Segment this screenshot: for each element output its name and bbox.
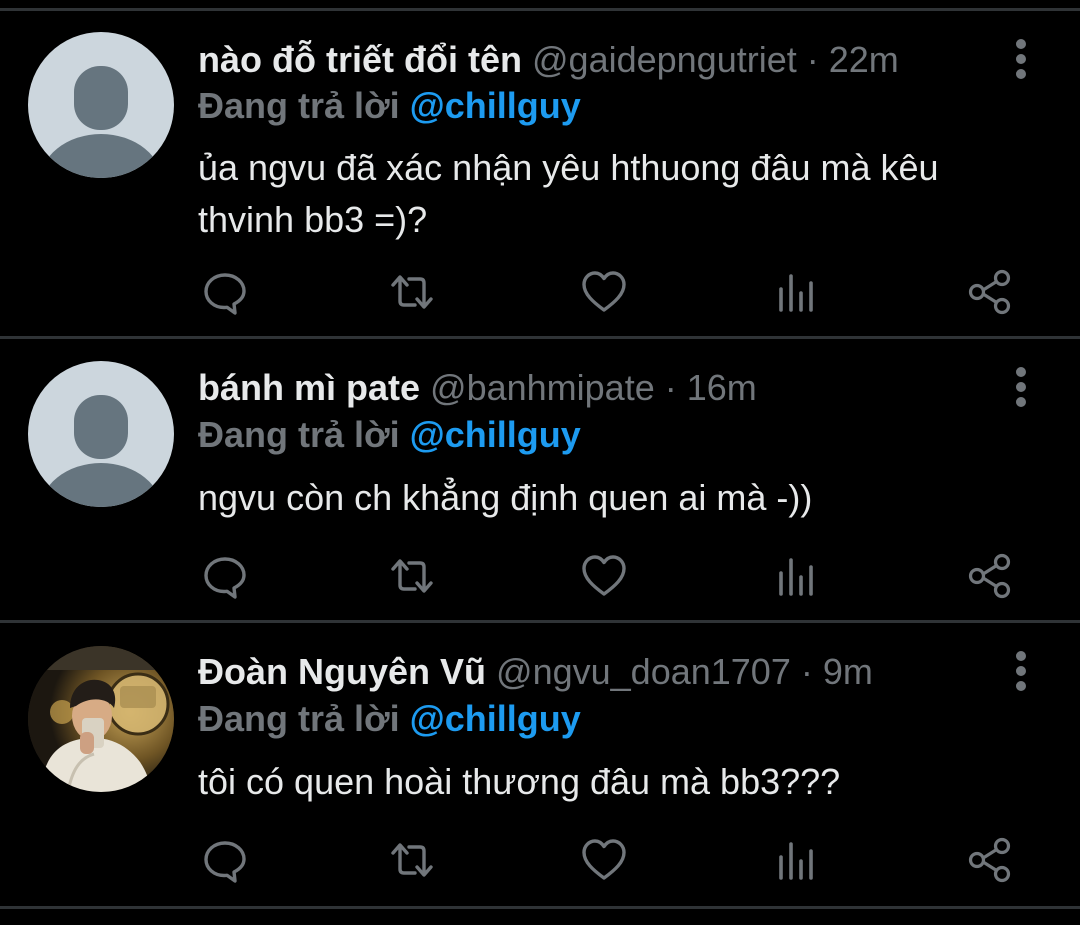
replying-to-label: Đang trả lời — [198, 698, 400, 739]
tweet-divider — [0, 906, 1080, 909]
tweet-header: bánh mì pate @banhmipate · 16m — [198, 366, 757, 410]
reply-button[interactable] — [201, 268, 249, 316]
user-handle[interactable]: @ngvu_doan1707 — [496, 651, 791, 692]
tweet-text-line: ngvu còn ch khẳng định quen ai mà -)) — [198, 477, 813, 518]
like-button[interactable] — [580, 552, 628, 600]
tweet-text: ủa ngvu đã xác nhận yêu hthuong đâu mà k… — [198, 142, 1038, 246]
timestamp[interactable]: 9m — [823, 651, 873, 692]
retweet-arrows-icon — [391, 559, 433, 593]
retweet-button[interactable] — [388, 836, 436, 884]
share-button[interactable] — [966, 836, 1014, 884]
display-name[interactable]: Đoàn Nguyên Vũ — [198, 651, 486, 692]
action-bar — [0, 552, 1080, 600]
views-button[interactable] — [772, 836, 820, 884]
tweet-text: tôi có quen hoài thương đâu mà bb3??? — [198, 756, 1038, 808]
share-button[interactable] — [966, 552, 1014, 600]
bar-chart-icon — [779, 558, 813, 596]
tweet-divider — [0, 336, 1080, 339]
share-button[interactable] — [966, 268, 1014, 316]
more-options-button[interactable] — [1004, 648, 1038, 696]
retweet-arrows-icon — [391, 275, 433, 309]
vertical-dots-icon — [1016, 651, 1026, 691]
user-handle[interactable]: @gaidepngutriet — [532, 39, 797, 80]
share-nodes-icon — [968, 553, 1011, 599]
separator-dot: · — [664, 367, 677, 408]
reply-mention-link[interactable]: @chillguy — [410, 414, 581, 455]
more-options-button[interactable] — [1004, 364, 1038, 412]
display-name[interactable]: bánh mì pate — [198, 367, 420, 408]
replying-to: Đang trả lời @chillguy — [198, 413, 581, 457]
tweet-divider — [0, 620, 1080, 623]
tweet-header: Đoàn Nguyên Vũ @ngvu_doan1707 · 9m — [198, 650, 873, 694]
display-name[interactable]: nào đỗ triết đổi tên — [198, 39, 522, 80]
tweet-text-line: thvinh bb3 =)? — [198, 199, 428, 240]
separator-dot: · — [800, 651, 813, 692]
action-bar — [0, 836, 1080, 884]
speech-bubble-icon — [204, 841, 246, 883]
bar-chart-icon — [779, 842, 813, 880]
default-avatar[interactable] — [28, 361, 174, 507]
timestamp[interactable]: 16m — [687, 367, 757, 408]
action-bar — [0, 268, 1080, 316]
user-handle[interactable]: @banhmipate — [430, 367, 655, 408]
speech-bubble-icon — [204, 273, 246, 315]
profile-photo-avatar[interactable] — [28, 646, 174, 792]
retweet-button[interactable] — [388, 268, 436, 316]
share-nodes-icon — [968, 837, 1011, 883]
replying-to: Đang trả lời @chillguy — [198, 697, 581, 741]
top-divider — [0, 8, 1080, 11]
tweet-header: nào đỗ triết đổi tên @gaidepngutriet · 2… — [198, 38, 899, 82]
share-nodes-icon — [968, 269, 1011, 315]
replying-to: Đang trả lời @chillguy — [198, 84, 581, 128]
tweet-text-line: ủa ngvu đã xác nhận yêu hthuong đâu mà k… — [198, 147, 939, 188]
reply-mention-link[interactable]: @chillguy — [410, 85, 581, 126]
replying-to-label: Đang trả lời — [198, 85, 400, 126]
vertical-dots-icon — [1016, 39, 1026, 79]
vertical-dots-icon — [1016, 367, 1026, 407]
reply-button[interactable] — [201, 836, 249, 884]
heart-icon — [582, 555, 626, 596]
heart-icon — [582, 839, 626, 880]
like-button[interactable] — [580, 836, 628, 884]
retweet-arrows-icon — [391, 843, 433, 877]
views-button[interactable] — [772, 268, 820, 316]
like-button[interactable] — [580, 268, 628, 316]
speech-bubble-icon — [204, 557, 246, 599]
reply-mention-link[interactable]: @chillguy — [410, 698, 581, 739]
reply-button[interactable] — [201, 552, 249, 600]
timestamp[interactable]: 22m — [829, 39, 899, 80]
separator-dot: · — [806, 39, 819, 80]
views-button[interactable] — [772, 552, 820, 600]
retweet-button[interactable] — [388, 552, 436, 600]
bar-chart-icon — [779, 274, 813, 312]
more-options-button[interactable] — [1004, 36, 1038, 84]
tweet-text-line: tôi có quen hoài thương đâu mà bb3??? — [198, 761, 841, 802]
default-avatar[interactable] — [28, 32, 174, 178]
replying-to-label: Đang trả lời — [198, 414, 400, 455]
tweet-text: ngvu còn ch khẳng định quen ai mà -)) — [198, 472, 1038, 524]
heart-icon — [582, 271, 626, 312]
